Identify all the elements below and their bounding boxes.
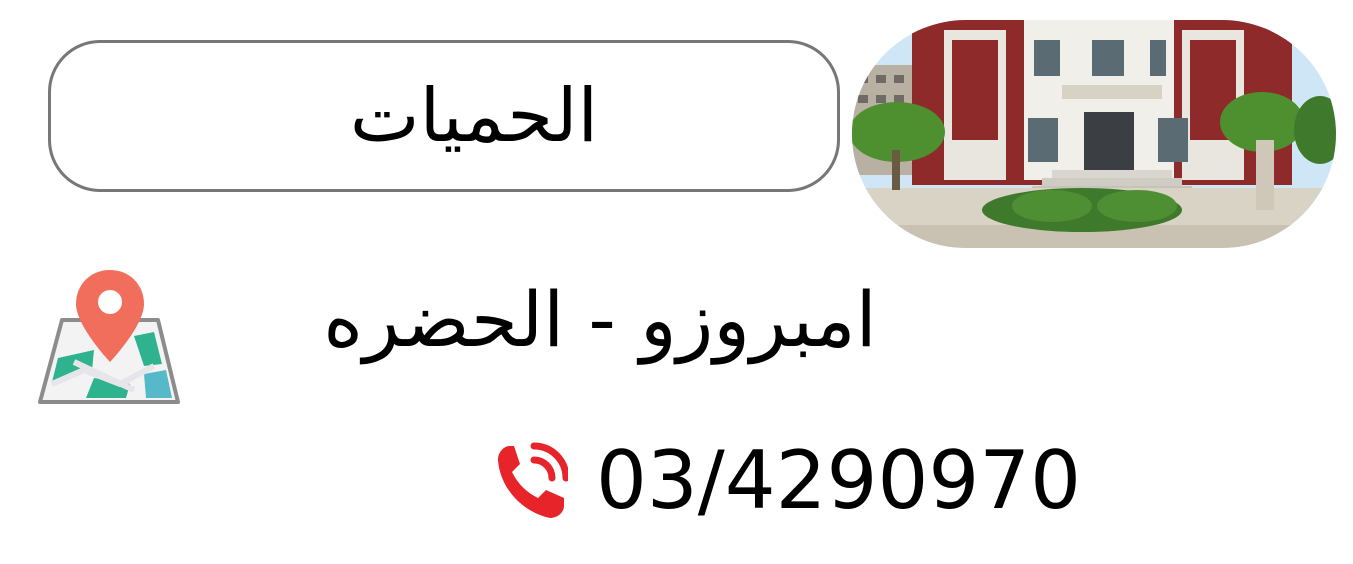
phone-ringing-icon: [496, 442, 570, 520]
phone-number[interactable]: 03/4290970: [596, 436, 1081, 526]
building-photo: [852, 20, 1336, 248]
facility-address: امبروزو - الحضره: [323, 275, 877, 364]
facility-title: الحميات: [349, 73, 599, 159]
title-box: الحميات: [48, 40, 840, 192]
phone-row: 03/4290970: [496, 436, 1081, 526]
map-pin-icon: [34, 266, 182, 408]
